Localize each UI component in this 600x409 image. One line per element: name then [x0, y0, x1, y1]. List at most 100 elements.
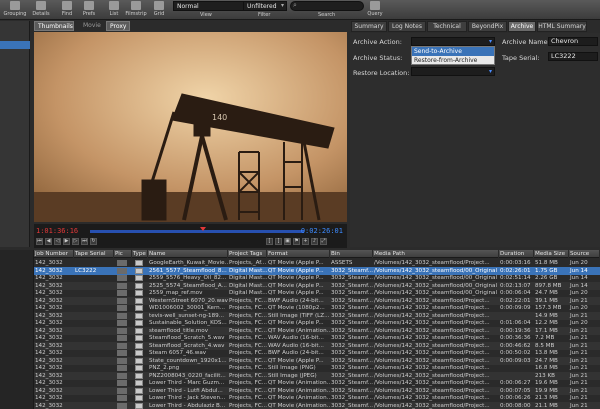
column-header[interactable]: Tape Serial — [74, 250, 114, 258]
filter-caption: Filter — [258, 12, 271, 18]
tab-thumbnails[interactable]: Thumbnails — [34, 21, 74, 31]
tab-html-summary[interactable]: HTML Summary — [537, 21, 587, 32]
filmstrip-icon — [131, 1, 141, 10]
media-type-icon — [135, 260, 143, 266]
column-header[interactable]: Pic — [114, 250, 132, 258]
fullscreen-button[interactable]: ⤢ — [320, 238, 327, 245]
archive-name-label: Archive Name: — [502, 38, 550, 46]
go-end-button[interactable]: ⏭ — [81, 238, 88, 245]
media-type-icon — [135, 312, 143, 319]
thumbnail-icon — [117, 260, 127, 266]
tab-archive[interactable]: Archive — [508, 21, 536, 32]
prefs-button[interactable]: Prefs — [76, 1, 102, 19]
column-header[interactable]: Duration — [499, 250, 534, 258]
thumbnail-icon — [117, 290, 127, 296]
timecode-in: 1:01:36:16 — [36, 227, 79, 235]
tape-serial-field[interactable]: LC3222 — [548, 52, 598, 61]
step-back-button[interactable]: ◀ — [45, 238, 52, 245]
assets-table: Job Number Tape Serial Pic Type Name Project … — [34, 250, 600, 409]
column-header[interactable]: Media Size — [534, 250, 569, 258]
column-header[interactable]: Source — [569, 250, 600, 258]
loop-button[interactable]: ↻ — [90, 238, 97, 245]
thumbnail-icon — [117, 275, 127, 281]
query-button[interactable]: Query — [362, 1, 388, 19]
table-cell: Lower Third - Abdulaziz B... — [149, 402, 226, 409]
thumbnail-icon — [117, 357, 127, 364]
table-header: Job Number Tape Serial Pic Type Name Project … — [34, 250, 600, 258]
media-type-icon — [135, 305, 143, 311]
pump-frame-label: 140 — [212, 113, 227, 122]
grid-icon — [154, 1, 164, 10]
scrub-bar[interactable] — [90, 230, 304, 233]
table-cell: 142_3032 — [35, 402, 63, 409]
video-preview[interactable]: 140 — [34, 32, 347, 222]
view-select[interactable]: Normal — [173, 1, 251, 11]
prefs-icon — [84, 1, 94, 10]
table-cell: QT Movie (Animation... — [268, 402, 330, 409]
grid-button[interactable]: Grid — [146, 1, 172, 19]
volume-button[interactable]: ♪ — [311, 238, 318, 245]
tab-proxy[interactable]: Proxy — [106, 21, 130, 31]
mark-out-button[interactable]: ] — [275, 238, 282, 245]
column-header[interactable]: Job Number — [34, 250, 74, 258]
mark-in-button[interactable]: [ — [266, 238, 273, 245]
column-header[interactable]: Media Path — [373, 250, 499, 258]
column-header[interactable]: Type — [132, 250, 148, 258]
selected-group[interactable] — [0, 41, 30, 49]
media-type-icon — [135, 335, 143, 341]
play-back-button[interactable]: ◁ — [54, 238, 61, 245]
column-header[interactable]: Bin — [330, 250, 373, 258]
archive-action-menu: Send-to-Archive Restore-from-Archive — [411, 46, 495, 65]
column-header[interactable]: Project Tags — [228, 250, 267, 258]
menu-item-restore-from-archive[interactable]: Restore-from-Archive — [412, 56, 494, 65]
thumbnail-icon — [117, 312, 127, 319]
thumbnail-icon — [117, 365, 127, 371]
table-cell: 21.1 MB — [535, 402, 558, 409]
thumbnail-icon — [117, 342, 127, 349]
play-button[interactable]: ▶ — [63, 238, 70, 245]
menu-item-send-to-archive[interactable]: Send-to-Archive — [412, 47, 494, 56]
thumbnail-icon — [117, 282, 127, 289]
grouping-button[interactable]: Grouping — [2, 1, 28, 19]
filter-select[interactable]: Unfiltered — [243, 1, 287, 11]
tab-technical[interactable]: Technical — [427, 21, 467, 32]
restore-location-label: Restore Location: — [353, 69, 410, 77]
flag-button[interactable]: ⚑ — [293, 238, 300, 245]
media-type-icon — [135, 342, 143, 349]
archive-status-label: Archive Status: — [353, 54, 403, 62]
media-type-icon — [135, 372, 143, 379]
tab-summary[interactable]: Summary — [351, 21, 387, 32]
zoom-button[interactable]: + — [302, 238, 309, 245]
table-cell: 3032_Steamf... — [331, 402, 373, 409]
details-button[interactable]: Details — [28, 1, 54, 19]
tab-log-notes[interactable]: Log Notes — [388, 21, 426, 32]
archive-panel: Archive Action: Send-to-Archive Restore-… — [350, 33, 600, 247]
column-header[interactable]: Name — [148, 250, 228, 258]
player-controls: 1:01:36:16 0:02:26:01 ⏮ ◀ ◁ ▶ ▷ ⏭ ↻ [ ] … — [34, 224, 347, 248]
tab-movie[interactable]: Movie — [80, 21, 104, 31]
query-icon — [370, 1, 380, 10]
archive-action-select[interactable] — [411, 37, 495, 46]
restore-location-select[interactable] — [411, 67, 495, 76]
find-icon — [62, 1, 72, 10]
timecode-out: 0:02:26:01 — [300, 227, 343, 235]
step-forward-button[interactable]: ▷ — [72, 238, 79, 245]
snapshot-button[interactable]: ▣ — [284, 238, 291, 245]
search-caption: Search — [318, 12, 336, 18]
media-type-icon — [135, 320, 143, 326]
column-header[interactable]: Format — [267, 250, 330, 258]
table-left-gutter — [0, 250, 34, 409]
playhead-marker[interactable] — [200, 227, 206, 231]
go-start-button[interactable]: ⏮ — [36, 238, 43, 245]
table-row[interactable]: 142_3032 Lower Third - Abdulaziz B... Proj… — [34, 401, 600, 409]
media-type-icon — [135, 267, 143, 274]
tape-serial-label: Tape Serial: — [502, 54, 540, 62]
media-type-icon — [135, 387, 143, 394]
media-type-icon — [135, 327, 143, 334]
thumbnail-icon — [117, 372, 127, 379]
archive-name-field[interactable]: Chevron — [548, 37, 598, 46]
media-type-icon — [135, 350, 143, 356]
tab-beyondpix[interactable]: BeyondPix — [468, 21, 507, 32]
search-input[interactable] — [290, 1, 364, 11]
thumbnail-icon — [117, 305, 127, 311]
